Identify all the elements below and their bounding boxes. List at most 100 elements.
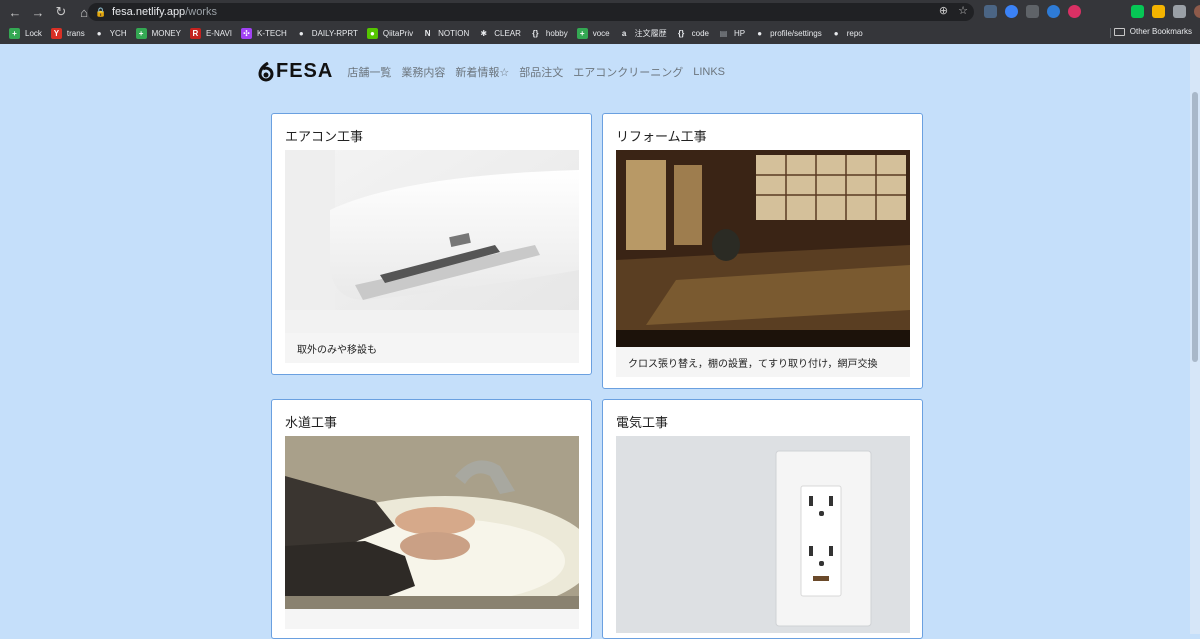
bookmark-label: code [691, 28, 709, 38]
gear-icon: ✱ [480, 28, 488, 38]
bookmarks-bar: + Lock Ytrans ● YCH + MONEY R E-NAVI ✣ K-TECH ● DAIL… [0, 24, 1200, 42]
lock-icon[interactable]: 🔒 [95, 7, 106, 17]
bookmark-item[interactable]: ✣ K-TECH [241, 27, 287, 39]
card-caption [285, 609, 579, 629]
star-icon[interactable]: ☆ [958, 4, 968, 17]
plus-green-icon: + [9, 27, 20, 39]
url-text[interactable]: fesa.netlify.app/works [112, 6, 217, 18]
github-icon: ● [833, 28, 839, 38]
bookmark-item[interactable]: + voce [576, 27, 610, 39]
bookmark-label: Lock [25, 28, 42, 38]
service-card-reform[interactable]: リフォーム工事 クロス張り替え，棚の設置，てすり取り付け，網戸交換 [602, 113, 923, 389]
braces-icon: {} [532, 28, 539, 38]
purple-dots-icon: ✣ [241, 27, 253, 39]
bookmark-item[interactable]: a 注文履歴 [619, 28, 667, 39]
card-title: 電気工事 [616, 415, 669, 430]
extension-icon[interactable] [1110, 5, 1123, 18]
bookmark-label: profile/settings [770, 28, 822, 38]
r-red-icon: R [189, 27, 201, 39]
puzzle-icon[interactable] [1173, 5, 1186, 18]
bookmark-item[interactable]: Ytrans [50, 27, 85, 39]
extension-icon[interactable] [984, 5, 997, 18]
forward-icon[interactable]: → [28, 2, 48, 22]
avatar[interactable] [1194, 5, 1200, 18]
air-conditioner-photo [285, 150, 579, 333]
site-logo[interactable]: FESA [258, 60, 333, 83]
plus-green-icon: + [576, 27, 588, 39]
card-title: エアコン工事 [285, 129, 364, 144]
card-caption: クロス張り替え，棚の設置，てすり取り付け，網戸交換 [616, 347, 910, 377]
github-icon: ● [757, 28, 763, 38]
folder-icon [1113, 27, 1125, 36]
bookmark-label: HP [733, 28, 746, 38]
install-icon[interactable]: ⊕ [939, 4, 948, 17]
japanese-room-photo [616, 150, 910, 347]
bookmark-item[interactable]: + MONEY [135, 27, 181, 39]
card-caption: 取外のみや移設も [285, 333, 579, 363]
service-card-plumbing[interactable]: 水道工事 [271, 399, 592, 639]
qiita-icon: ● [366, 27, 378, 39]
bookmark-item[interactable]: ✱ CLEAR [478, 28, 521, 39]
bookmark-item[interactable]: R E-NAVI [189, 27, 233, 39]
scrollbar-thumb[interactable] [1192, 92, 1198, 362]
bookmark-label: NOTION [438, 28, 470, 38]
bookmark-label: E-NAVI [205, 28, 233, 38]
amazon-icon: a [621, 28, 627, 38]
address-bar[interactable]: 🔒 fesa.netlify.app/works ⊕ ☆ [88, 3, 974, 21]
bookmark-label: trans [66, 28, 85, 38]
reload-icon[interactable]: ↻ [51, 2, 71, 22]
nav-link-cleaning[interactable]: エアコンクリーニング [573, 64, 683, 80]
bookmark-item[interactable]: ● DAILY-RPRT [296, 28, 358, 39]
y-red-icon: Y [50, 27, 62, 39]
back-icon[interactable]: ← [5, 2, 25, 22]
bookmark-label: hobby [545, 28, 568, 38]
bookmark-item[interactable]: {} code [676, 28, 709, 39]
bookmark-label: MONEY [151, 28, 181, 38]
extension-icon[interactable] [1047, 5, 1060, 18]
bookmark-label: K-TECH [257, 28, 287, 38]
scrollbar[interactable] [1190, 44, 1200, 634]
card-title: リフォーム工事 [616, 129, 707, 144]
bookmark-label: YCH [109, 28, 127, 38]
page [0, 44, 1200, 634]
browser-chrome: ← → ↻ ⌂ 🔒 fesa.netlify.app/works ⊕ ☆ ⋮ +… [0, 0, 1200, 44]
bookmark-item[interactable]: + Lock [9, 27, 42, 39]
service-card-aircon[interactable]: エアコン工事 取外のみや移設も [271, 113, 592, 375]
bookmark-label: QiitaPriv [382, 28, 414, 38]
extension-icon[interactable] [1068, 5, 1081, 18]
service-card-electrical[interactable]: 電気工事 [602, 399, 923, 639]
bookmark-item[interactable]: {} hobby [530, 28, 568, 39]
extension-icon[interactable] [1152, 5, 1165, 18]
bookmark-label: voce [592, 28, 610, 38]
plus-green-icon: + [135, 27, 147, 39]
line-icon[interactable] [1131, 5, 1144, 18]
extension-icon[interactable] [1005, 5, 1018, 18]
electrical-outlet-photo [616, 436, 910, 633]
bookmark-item[interactable]: ● profile/settings [754, 28, 822, 39]
nav-link-news[interactable]: 新着情報☆ [455, 64, 509, 80]
bookmark-item[interactable]: ▤ HP [718, 28, 745, 39]
card-title: 水道工事 [285, 415, 338, 430]
logo-text: FESA [276, 60, 334, 82]
bookmark-item[interactable]: ● repo [831, 28, 863, 39]
nav-link-parts[interactable]: 部品注文 [519, 64, 563, 80]
nav-link-stores[interactable]: 店舗一覧 [347, 64, 391, 80]
nav-link-links[interactable]: LINKS [693, 66, 725, 78]
logo-icon [258, 61, 274, 81]
nav-link-services[interactable]: 業務内容 [401, 64, 445, 80]
extensions-bar: ⋮ [984, 5, 1200, 18]
bookmark-item[interactable]: ● YCH [94, 28, 127, 39]
bookmark-label: CLEAR [494, 28, 521, 38]
bookmark-label: 注文履歴 [634, 28, 667, 38]
bookmark-label: DAILY-RPRT [311, 28, 358, 38]
bookmark-item[interactable]: ● QiitaPriv [366, 27, 414, 39]
site-nav: FESA 店舗一覧 業務内容 新着情報☆ 部品注文 エアコンクリーニング LIN… [258, 60, 735, 83]
bookmark-item[interactable]: N NOTION [422, 28, 470, 39]
bookmark-label: repo [846, 28, 863, 38]
extension-icon[interactable] [1026, 5, 1039, 18]
page-icon: ▤ [719, 28, 728, 38]
notion-icon: N [424, 28, 431, 38]
other-bookmarks[interactable]: Other Bookmarks [1113, 27, 1192, 36]
github-icon: ● [298, 28, 304, 38]
extension-icon[interactable] [1089, 5, 1102, 18]
